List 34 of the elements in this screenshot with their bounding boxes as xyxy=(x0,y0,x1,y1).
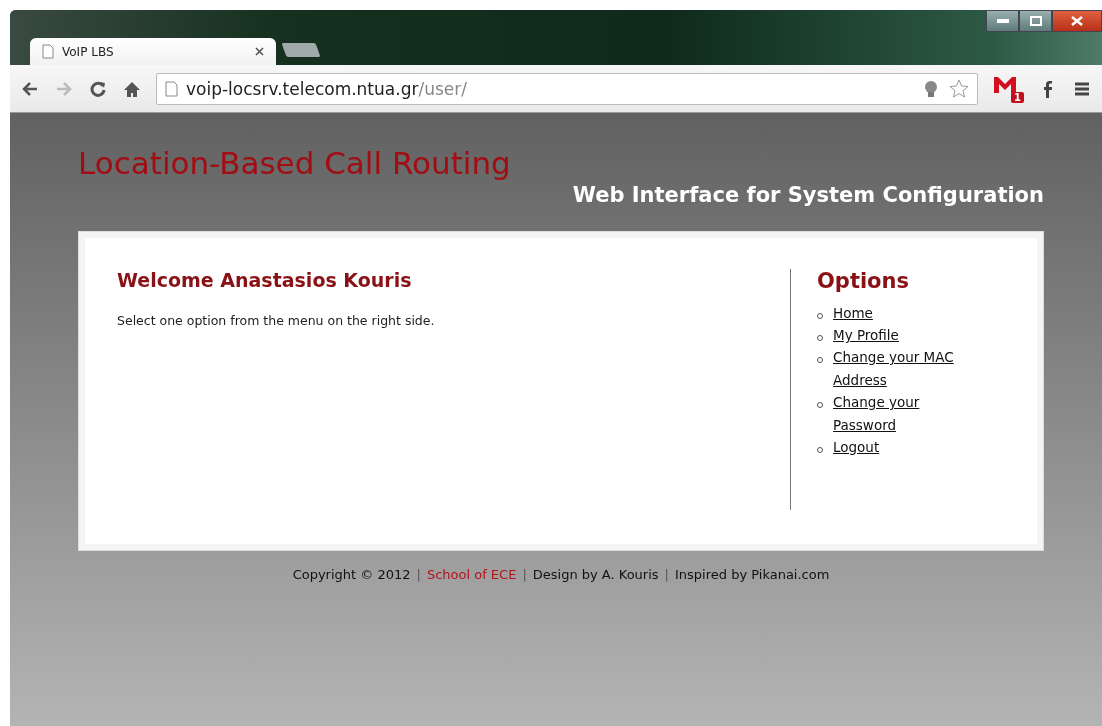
menu-link[interactable]: My Profile xyxy=(833,324,899,347)
site-subtitle: Web Interface for System Configuration xyxy=(572,183,1044,207)
star-icon[interactable] xyxy=(949,78,969,99)
page-icon xyxy=(42,44,54,59)
menu-link[interactable]: Change your MAC Address xyxy=(833,346,983,392)
menu-link[interactable]: Home xyxy=(833,302,873,325)
close-icon xyxy=(1071,16,1083,26)
separator: | xyxy=(416,567,421,582)
mail-icon xyxy=(992,74,1018,95)
footer-text: Inspired by Pikanai.com xyxy=(675,567,830,582)
maximize-icon xyxy=(1029,16,1042,26)
menu-link[interactable]: Logout xyxy=(833,436,880,459)
minimize-button[interactable] xyxy=(986,10,1019,32)
address-bar[interactable]: voip-locsrv.telecom.ntua.gr/user/ xyxy=(156,72,978,105)
site-title: Location-Based Call Routing xyxy=(78,145,512,181)
url-path: /user/ xyxy=(418,78,467,99)
footer-text: Copyright © 2012 xyxy=(292,567,411,582)
options-heading: Options xyxy=(817,269,910,293)
url-host: voip-locsrv.telecom.ntua.gr xyxy=(186,78,419,99)
instruction-text: Select one option from the menu on the right side. xyxy=(117,313,436,328)
maximize-button[interactable] xyxy=(1019,10,1052,32)
footer-text: Design by A. Kouris xyxy=(532,567,659,582)
close-button[interactable] xyxy=(1052,10,1102,32)
browser-tab[interactable]: VoIP LBS xyxy=(30,38,276,65)
close-icon[interactable] xyxy=(255,47,264,56)
page-icon xyxy=(165,80,178,97)
new-tab-button[interactable] xyxy=(281,43,321,57)
welcome-heading: Welcome Anastasios Kouris xyxy=(117,269,413,291)
minimize-icon xyxy=(996,19,1009,23)
mail-button[interactable]: 1 xyxy=(992,74,1024,103)
separator: | xyxy=(522,567,527,582)
menu-link[interactable]: Change your Password xyxy=(833,391,983,437)
separator: | xyxy=(664,567,669,582)
notification-badge: 1 xyxy=(1011,91,1024,103)
